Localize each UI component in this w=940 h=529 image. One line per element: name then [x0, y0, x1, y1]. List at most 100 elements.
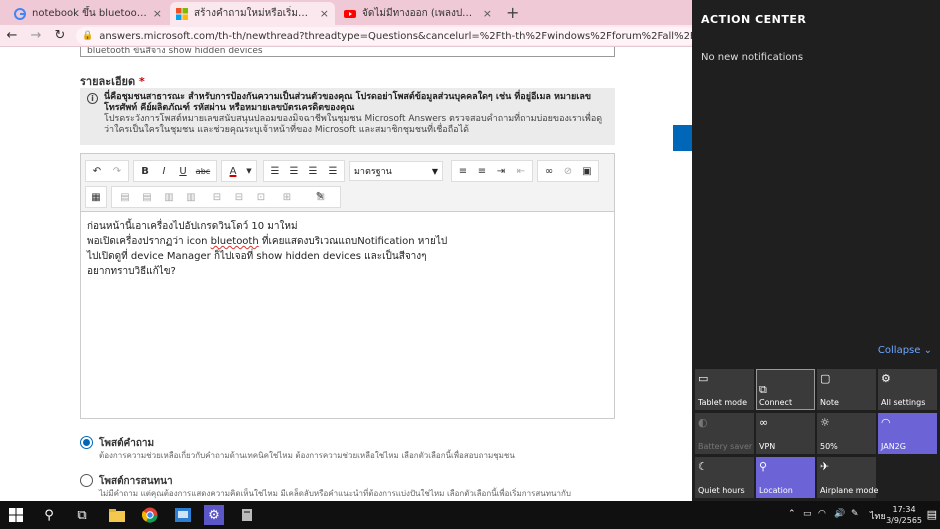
color-group: A ▼ — [221, 160, 257, 182]
youtube-icon — [344, 9, 356, 18]
table-delete-row-icon[interactable]: ⊟ — [208, 188, 226, 206]
network-icon[interactable]: ▭ — [803, 509, 812, 519]
table-col-right-icon[interactable]: ▥ — [182, 188, 200, 206]
body-line: พอเปิดเครื่องปรากฏว่า icon bluetooth ที่… — [87, 236, 448, 247]
privacy-notice-text: โปรดระวังการโพสต์หมายเลขสนับสนุนปลอมของม… — [104, 114, 603, 135]
numbered-list-icon[interactable]: ≡ — [454, 162, 472, 180]
tab-close-icon[interactable]: × — [483, 7, 492, 20]
collapse-link[interactable]: Collapse ⌄ — [878, 345, 932, 356]
quick-action-wifi[interactable]: ◠ JAN2G — [878, 413, 937, 454]
radio-post-discussion[interactable] — [80, 474, 93, 487]
quick-action-tablet-mode[interactable]: ▭ Tablet mode — [695, 369, 754, 410]
moon-icon: ☾ — [698, 460, 708, 473]
wifi-icon: ◠ — [881, 416, 891, 429]
body-line: ก่อนหน้านี้เอาเครื่องไปอัปเกรดวินโดว์ 10… — [87, 221, 298, 232]
search-icon[interactable]: ⚲ — [39, 505, 59, 525]
editor-body[interactable]: ก่อนหน้านี้เอาเครื่องไปอัปเกรดวินโดว์ 10… — [81, 212, 614, 286]
quick-action-brightness[interactable]: ☼ 50% — [817, 413, 876, 454]
store-icon[interactable] — [173, 505, 193, 525]
quick-action-location[interactable]: ⚲ Location — [756, 457, 815, 498]
brightness-icon: ☼ — [820, 416, 830, 429]
location-icon: ⚲ — [759, 460, 768, 473]
chevron-up-icon[interactable]: ⌃ — [788, 509, 796, 519]
quick-action-connect[interactable]: ⧉ Connect — [756, 369, 815, 410]
connect-icon: ⧉ — [759, 382, 767, 396]
bullet-list-icon[interactable]: ≡ — [473, 162, 491, 180]
quick-action-vpn[interactable]: ∞ VPN — [756, 413, 815, 454]
align-justify-icon[interactable]: ☰ — [324, 162, 342, 180]
post-button-edge[interactable] — [673, 125, 692, 151]
align-group: ☰ ☰ ☰ ☰ — [263, 160, 345, 182]
quick-action-note[interactable]: ▢ Note — [817, 369, 876, 410]
body-line: อยากทราบวิธีแก้ไข? — [87, 266, 176, 277]
google-icon — [14, 7, 26, 20]
quick-action-battery-saver[interactable]: ◐ Battery saver — [695, 413, 754, 454]
back-icon[interactable]: ← — [0, 28, 24, 43]
settings-icon[interactable]: ⚙ — [204, 505, 224, 525]
tab-title: สร้างคำถามใหม่หรือเริ่มการสนทนา — [194, 8, 314, 19]
radio-post-question[interactable] — [80, 436, 93, 449]
page-content: bluetooth ขึ้นสีจาง show hidden devices … — [0, 47, 692, 501]
table-row-below-icon[interactable]: ▤ — [138, 188, 156, 206]
quick-action-all-settings[interactable]: ⚙ All settings — [878, 369, 937, 410]
new-tab-button[interactable]: + — [506, 3, 519, 22]
table-row-above-icon[interactable]: ▤ — [116, 188, 134, 206]
quick-action-airplane-mode[interactable]: ✈ Airplane mode — [817, 457, 878, 498]
action-center-title: ACTION CENTER — [701, 13, 807, 26]
align-right-icon[interactable]: ☰ — [304, 162, 322, 180]
forward-icon[interactable]: → — [24, 28, 48, 43]
bold-icon[interactable]: B — [136, 162, 154, 180]
lock-icon: 🔒 — [82, 31, 94, 41]
notification-icon[interactable]: ▤ — [927, 508, 937, 521]
align-left-icon[interactable]: ☰ — [266, 162, 284, 180]
italic-icon[interactable]: I — [155, 162, 173, 180]
system-clock[interactable]: 17:34 3/9/2565 — [886, 504, 922, 526]
language-indicator[interactable]: ไทย — [870, 509, 886, 523]
image-icon[interactable]: ▣ — [578, 162, 596, 180]
task-view-icon[interactable]: ⧉ — [72, 505, 92, 525]
table-icon[interactable]: ▦ — [87, 188, 105, 206]
tab-close-icon[interactable]: × — [153, 7, 162, 20]
align-center-icon[interactable]: ☰ — [285, 162, 303, 180]
windows-start-icon[interactable] — [6, 505, 26, 525]
tablet-icon: ▭ — [698, 372, 709, 385]
table-col-left-icon[interactable]: ▥ — [160, 188, 178, 206]
undo-icon[interactable]: ↶ — [88, 162, 106, 180]
rich-text-editor[interactable]: ↶ ↷ B I U abc A ▼ ☰ ☰ ☰ ☰ มาตรฐาน ▼ ≡ ≡ … — [80, 153, 615, 419]
tab-microsoft-answers[interactable]: สร้างคำถามใหม่หรือเริ่มการสนทนา × — [170, 2, 335, 25]
link-icon[interactable]: ∞ — [540, 162, 558, 180]
title-input[interactable]: bluetooth ขึ้นสีจาง show hidden devices — [80, 47, 615, 57]
file-explorer-icon[interactable] — [107, 505, 127, 525]
tab-title: จัดไม่มีทางออก (เพลงประกอบ Club — [362, 8, 477, 19]
address-bar[interactable]: 🔒 answers.microsoft.com/th-th/newthread?… — [76, 27, 696, 45]
format-group: B I U abc — [133, 160, 217, 182]
tab-youtube[interactable]: จัดไม่มีทางออก (เพลงประกอบ Club × — [338, 2, 498, 25]
gear-icon: ⚙ — [881, 372, 891, 385]
quick-action-quiet-hours[interactable]: ☾ Quiet hours — [695, 457, 754, 498]
strikethrough-icon[interactable]: abc — [194, 162, 212, 180]
underline-icon[interactable]: U — [174, 162, 192, 180]
wifi-tray-icon[interactable]: ◠ — [818, 509, 826, 519]
chevron-down-icon[interactable]: ▼ — [240, 162, 258, 180]
indent-icon[interactable]: ⇥ — [492, 162, 510, 180]
taskbar: ⚲ ⧉ ⚙ ⌃ ▭ ◠ 🔊 ✎ ไทย 17:34 3/9/2565 ▤ — [0, 501, 940, 529]
reload-icon[interactable]: ↻ — [48, 28, 72, 43]
unlink-icon[interactable]: ⊘ — [559, 162, 577, 180]
volume-icon[interactable]: 🔊 — [834, 509, 845, 519]
clear-format-icon[interactable]: ✎ — [311, 187, 329, 205]
tab-google-search[interactable]: notebook ขึ้น bluetooth สีจาง - ค้น × — [8, 2, 168, 25]
chrome-icon[interactable] — [140, 505, 160, 525]
chevron-down-icon: ▼ — [431, 166, 438, 176]
keyboard-icon[interactable]: ✎ — [851, 509, 859, 519]
table-split-icon[interactable]: ⊞ — [278, 188, 296, 206]
outdent-icon[interactable]: ⇤ — [512, 162, 530, 180]
no-notifications: No new notifications — [701, 52, 804, 63]
tab-close-icon[interactable]: × — [320, 7, 329, 20]
table-delete-col-icon[interactable]: ⊟ — [230, 188, 248, 206]
redo-icon[interactable]: ↷ — [108, 162, 126, 180]
clear-group: ✎ — [311, 186, 335, 208]
table-group: ▦ — [85, 186, 107, 208]
table-merge-icon[interactable]: ⊡ — [252, 188, 270, 206]
app-icon[interactable] — [237, 505, 257, 525]
font-size-select[interactable]: มาตรฐาน ▼ — [349, 161, 443, 181]
